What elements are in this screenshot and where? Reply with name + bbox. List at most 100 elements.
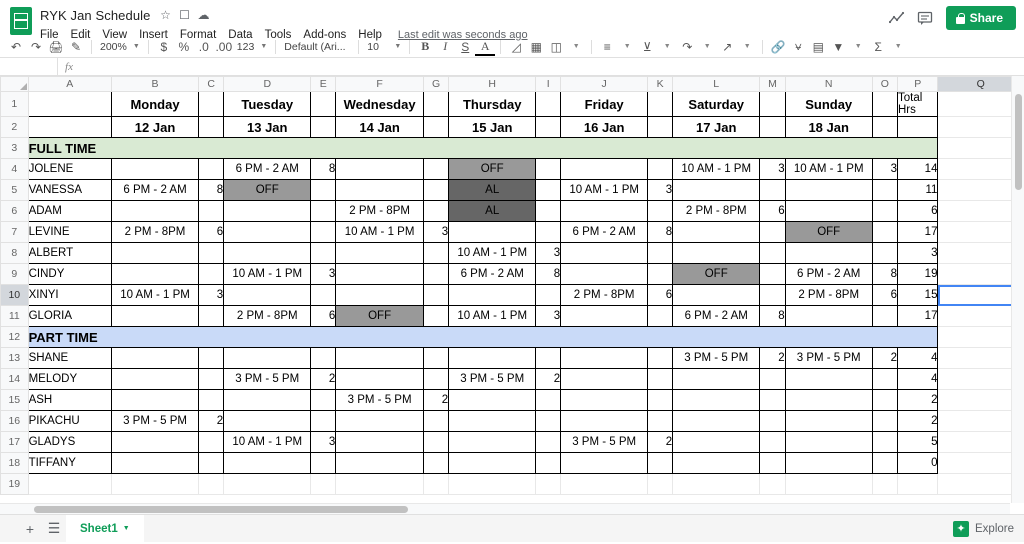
cell-i7[interactable] <box>535 221 562 243</box>
row-header-3[interactable]: 3 <box>0 137 29 159</box>
comment-icon[interactable] <box>912 5 938 31</box>
cell-d16[interactable] <box>223 410 312 432</box>
cell-h2[interactable]: 15 Jan <box>448 116 537 138</box>
column-header-j[interactable]: J <box>560 76 649 92</box>
sheet-tab-sheet1[interactable]: Sheet1 ▼ <box>66 514 144 543</box>
cell-m13[interactable]: 2 <box>759 347 786 369</box>
cell-k7[interactable]: 8 <box>647 221 674 243</box>
row-header-2[interactable]: 2 <box>0 116 29 138</box>
vertical-align-icon[interactable]: ⊻ <box>637 38 657 56</box>
horizontal-align-icon[interactable]: ≡ <box>597 38 617 56</box>
cell-h18[interactable] <box>448 452 537 474</box>
cell-j19[interactable] <box>560 473 649 495</box>
cell-n1[interactable]: Sunday <box>784 91 873 117</box>
cell-e17[interactable]: 3 <box>310 431 337 453</box>
row-header-4[interactable]: 4 <box>0 158 29 180</box>
chevron-down-icon[interactable]: ▼ <box>657 38 677 56</box>
cell-f6[interactable]: 2 PM - 8PM <box>335 200 424 222</box>
cell-d9[interactable]: 10 AM - 1 PM <box>223 263 312 285</box>
cell-h13[interactable] <box>448 347 537 369</box>
cell-h19[interactable] <box>448 473 537 495</box>
cell-g14[interactable] <box>422 368 450 390</box>
cell-b18[interactable] <box>110 452 200 474</box>
horizontal-scrollbar-thumb[interactable] <box>34 506 408 513</box>
cell-k13[interactable] <box>647 347 674 369</box>
functions-icon[interactable]: Σ <box>868 38 888 56</box>
cell-c9[interactable] <box>198 263 225 285</box>
explore-button[interactable]: ✦ Explore <box>953 520 1014 537</box>
cell-f13[interactable] <box>335 347 424 369</box>
cell-a2[interactable] <box>27 116 112 138</box>
column-header-p[interactable]: P <box>896 76 939 92</box>
cell-o15[interactable] <box>871 389 898 411</box>
cell-j2[interactable]: 16 Jan <box>560 116 649 138</box>
cell-f15[interactable]: 3 PM - 5 PM <box>335 389 424 411</box>
cell-f17[interactable] <box>335 431 424 453</box>
column-header-i[interactable]: I <box>535 76 562 92</box>
cell-m9[interactable] <box>759 263 786 285</box>
add-sheet-icon[interactable]: + <box>18 517 42 541</box>
cell-b15[interactable] <box>110 389 200 411</box>
row-header-13[interactable]: 13 <box>0 347 29 369</box>
cell-g13[interactable] <box>422 347 450 369</box>
cell-d13[interactable] <box>223 347 312 369</box>
borders-icon[interactable]: ▦ <box>526 38 546 56</box>
cell-d1[interactable]: Tuesday <box>223 91 312 117</box>
row-header-14[interactable]: 14 <box>0 368 29 390</box>
cell-f14[interactable] <box>335 368 424 390</box>
cell-j7[interactable]: 6 PM - 2 AM <box>560 221 649 243</box>
cell-d17[interactable]: 10 AM - 1 PM <box>223 431 312 453</box>
cell-j18[interactable] <box>560 452 649 474</box>
share-button[interactable]: Share <box>945 6 1016 30</box>
cell-f4[interactable] <box>335 158 424 180</box>
cell-e6[interactable] <box>310 200 337 222</box>
cell-e2[interactable] <box>310 116 337 138</box>
cell-g8[interactable] <box>422 242 450 264</box>
cell-g11[interactable] <box>422 305 450 327</box>
cell-j1[interactable]: Friday <box>560 91 649 117</box>
menu-tools[interactable]: Tools <box>259 28 298 42</box>
cell-a14[interactable]: MELODY <box>27 368 112 390</box>
cell-o18[interactable] <box>871 452 898 474</box>
chevron-down-icon[interactable]: ▼ <box>697 38 717 56</box>
cell-o13[interactable]: 2 <box>871 347 898 369</box>
menu-data[interactable]: Data <box>222 28 258 42</box>
column-header-n[interactable]: N <box>784 76 873 92</box>
cell-f9[interactable] <box>335 263 424 285</box>
row-header-7[interactable]: 7 <box>0 221 29 243</box>
cell-l9[interactable]: OFF <box>672 263 761 285</box>
cell-o19[interactable] <box>871 473 898 495</box>
cell-o8[interactable] <box>871 242 898 264</box>
cell-p4[interactable]: 14 <box>896 158 939 180</box>
cell-b5[interactable]: 6 PM - 2 AM <box>110 179 200 201</box>
document-title[interactable]: RYK Jan Schedule <box>38 8 155 23</box>
cell-h14[interactable]: 3 PM - 5 PM <box>448 368 537 390</box>
cell-h1[interactable]: Thursday <box>448 91 537 117</box>
cell-c6[interactable] <box>198 200 225 222</box>
cell-o17[interactable] <box>871 431 898 453</box>
cell-m1[interactable] <box>759 91 786 117</box>
row-header-10[interactable]: 10 <box>0 284 29 306</box>
cell-d19[interactable] <box>223 473 312 495</box>
row-header-5[interactable]: 5 <box>0 179 29 201</box>
cell-j16[interactable] <box>560 410 649 432</box>
cell-i15[interactable] <box>535 389 562 411</box>
column-header-h[interactable]: H <box>448 76 537 92</box>
cell-f7[interactable]: 10 AM - 1 PM <box>335 221 424 243</box>
last-edit-status[interactable]: Last edit was seconds ago <box>398 29 528 41</box>
move-to-folder-icon[interactable]: ☐ <box>177 7 193 23</box>
chevron-down-icon[interactable]: ▼ <box>566 38 586 56</box>
cell-m4[interactable]: 3 <box>759 158 786 180</box>
cell-e16[interactable] <box>310 410 337 432</box>
column-header-k[interactable]: K <box>647 76 674 92</box>
cell-a18[interactable]: TIFFANY <box>27 452 112 474</box>
cell-n13[interactable]: 3 PM - 5 PM <box>784 347 873 369</box>
cell-d7[interactable] <box>223 221 312 243</box>
cell-j11[interactable] <box>560 305 649 327</box>
column-header-l[interactable]: L <box>672 76 761 92</box>
cell-f1[interactable]: Wednesday <box>335 91 424 117</box>
cell-k8[interactable] <box>647 242 674 264</box>
cell-h6[interactable]: AL <box>448 200 537 222</box>
cell-e19[interactable] <box>310 473 337 495</box>
name-box[interactable] <box>0 58 58 75</box>
